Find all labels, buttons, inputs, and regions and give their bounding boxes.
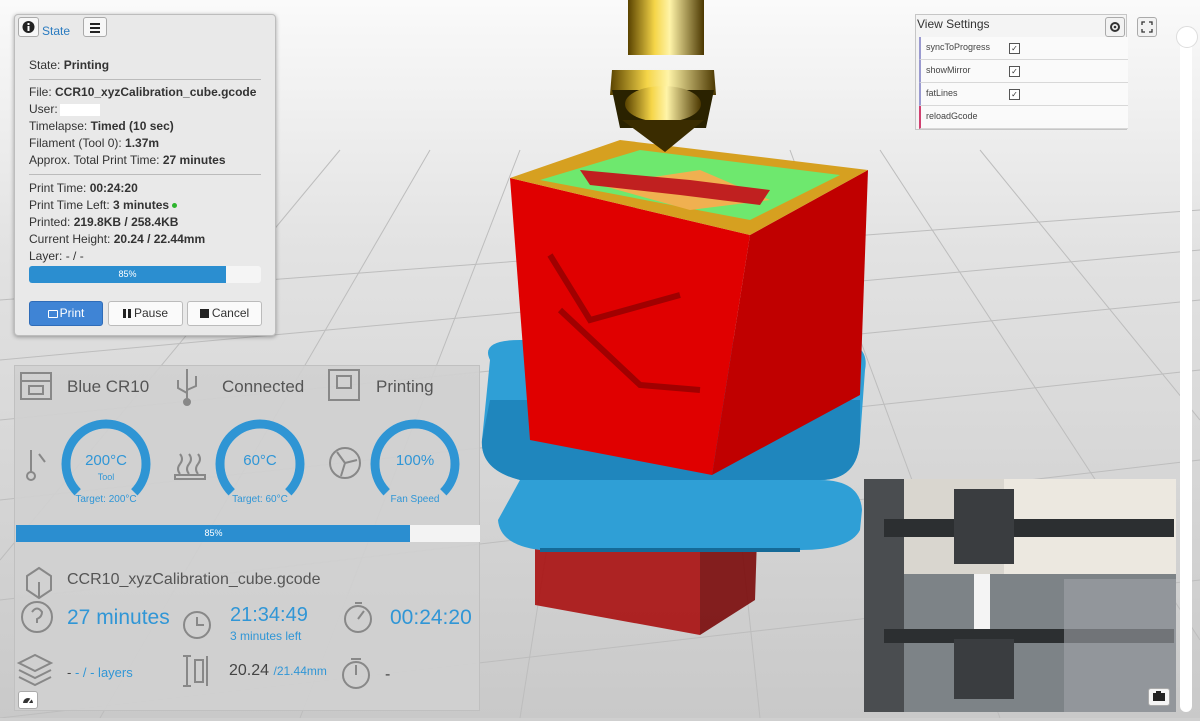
layers-readout: - - / - layers [67, 665, 133, 680]
user-value-box [59, 103, 100, 116]
info-tab-button[interactable] [18, 17, 39, 37]
progress-text: 85% [204, 528, 223, 538]
printer-icon [20, 372, 52, 400]
stop-icon [199, 309, 209, 319]
settings-button[interactable] [1105, 17, 1125, 37]
approx-time-line: Approx. Total Print Time: 27 minutes [29, 153, 226, 167]
state-panel: State State: Printing File: CCR10_xyzCal… [14, 14, 276, 336]
thermometer-icon [26, 450, 46, 481]
view-setting-label: reloadGcode [926, 111, 978, 121]
tab-state[interactable]: State [42, 24, 70, 38]
current-height-line: Current Height: 20.24 / 22.44mm [29, 232, 206, 246]
view-setting-checkbox[interactable]: ✓ [1009, 43, 1020, 54]
dashboard-filename: CCR10_xyzCalibration_cube.gcode [67, 571, 321, 588]
printed-line: Printed: 219.8KB / 258.4KB [29, 215, 179, 229]
snapshot-button[interactable] [1148, 688, 1170, 706]
dashboard-panel: Blue CR10 Connected Printing 200°C Tool Ta… [14, 365, 480, 711]
filament-line: Filament (Tool 0): 1.37m [29, 136, 160, 150]
clock-history-icon [183, 611, 211, 639]
state-line: State: Printing [29, 58, 110, 72]
eta-left: 3 minutes left [230, 629, 302, 643]
progress-slider-track[interactable] [1180, 37, 1192, 712]
timer-icon [342, 658, 370, 689]
stopwatch-icon [344, 602, 372, 633]
camera-icon [1153, 691, 1165, 701]
view-setting-reloadgcode[interactable]: reloadGcode [919, 106, 1128, 129]
cube-icon [26, 566, 52, 600]
print-button[interactable]: Print [29, 301, 103, 326]
printer-icon [47, 309, 58, 318]
cancel-button[interactable]: Cancel [187, 301, 262, 326]
fullscreen-button[interactable] [1137, 17, 1157, 37]
divider [29, 174, 261, 175]
status-dot-icon [172, 203, 178, 209]
gauge-target: Target: 200°C [75, 494, 137, 505]
pause-button[interactable]: Pause [108, 301, 183, 326]
connection-status: Connected [222, 377, 305, 396]
estimated-time: 27 minutes [67, 606, 170, 629]
state-tabbar: State [15, 15, 275, 43]
dashboard-progress-bar: 85% [16, 525, 480, 542]
layer-line: Layer: - / - [29, 249, 84, 263]
dashboard-button[interactable] [18, 691, 38, 709]
status-icon [328, 369, 360, 401]
eta-clock: 21:34:49 [230, 604, 308, 626]
print-status: Printing [376, 377, 434, 396]
pause-icon [122, 309, 131, 319]
view-settings-panel: View Settings syncToProgress ✓ showMirror ✓… [915, 14, 1128, 130]
webcam-view[interactable] [864, 479, 1176, 712]
view-setting-fatlines[interactable]: fatLines ✓ [919, 83, 1128, 106]
view-setting-label: showMirror [926, 65, 971, 75]
layers-icon [16, 653, 54, 687]
gear-icon [1110, 22, 1120, 32]
fullscreen-icon [1141, 21, 1153, 33]
elapsed-time: 00:24:20 [390, 606, 472, 629]
question-icon [21, 601, 53, 633]
progress-text: 85% [118, 269, 137, 279]
view-setting-checkbox[interactable]: ✓ [1009, 66, 1020, 77]
height-icon [183, 655, 208, 687]
user-line: User: [29, 102, 100, 116]
file-line: File: CCR10_xyzCalibration_cube.gcode [29, 85, 257, 99]
timelapse-line: Timelapse: Timed (10 sec) [29, 119, 174, 133]
view-setting-label: syncToProgress [926, 42, 991, 52]
heatbed-icon [174, 453, 206, 480]
countdown-readout: - [385, 666, 391, 683]
view-setting-checkbox[interactable]: ✓ [1009, 89, 1020, 100]
divider [29, 79, 261, 80]
dashboard-icon [23, 698, 33, 704]
gauge-target: Fan Speed [390, 494, 440, 505]
height-readout: 20.24 /21.44mm [229, 662, 327, 679]
gauge-value: 200°C [85, 452, 127, 469]
view-setting-showmirror[interactable]: showMirror ✓ [919, 60, 1128, 83]
gauge-value: 60°C [243, 452, 277, 469]
state-progress-bar: 85% [29, 266, 261, 283]
print-time-line: Print Time: 00:24:20 [29, 181, 138, 195]
gauge-sublabel: Tool [97, 472, 115, 482]
info-icon [22, 21, 35, 33]
list-tab-button[interactable] [83, 17, 107, 37]
view-setting-synctoprogress[interactable]: syncToProgress ✓ [919, 37, 1128, 60]
webcam-image [864, 479, 1176, 712]
usb-icon [177, 369, 197, 406]
list-icon [90, 23, 100, 33]
fan-icon [329, 447, 361, 479]
gauge-target: Target: 60°C [232, 494, 288, 505]
progress-slider-handle[interactable] [1176, 26, 1198, 48]
printer-name: Blue CR10 [67, 377, 150, 396]
gauge-value: 100% [395, 452, 435, 469]
time-left-line: Print Time Left: 3 minutes [29, 198, 178, 212]
view-settings-title: View Settings [917, 17, 990, 31]
view-setting-label: fatLines [926, 88, 958, 98]
